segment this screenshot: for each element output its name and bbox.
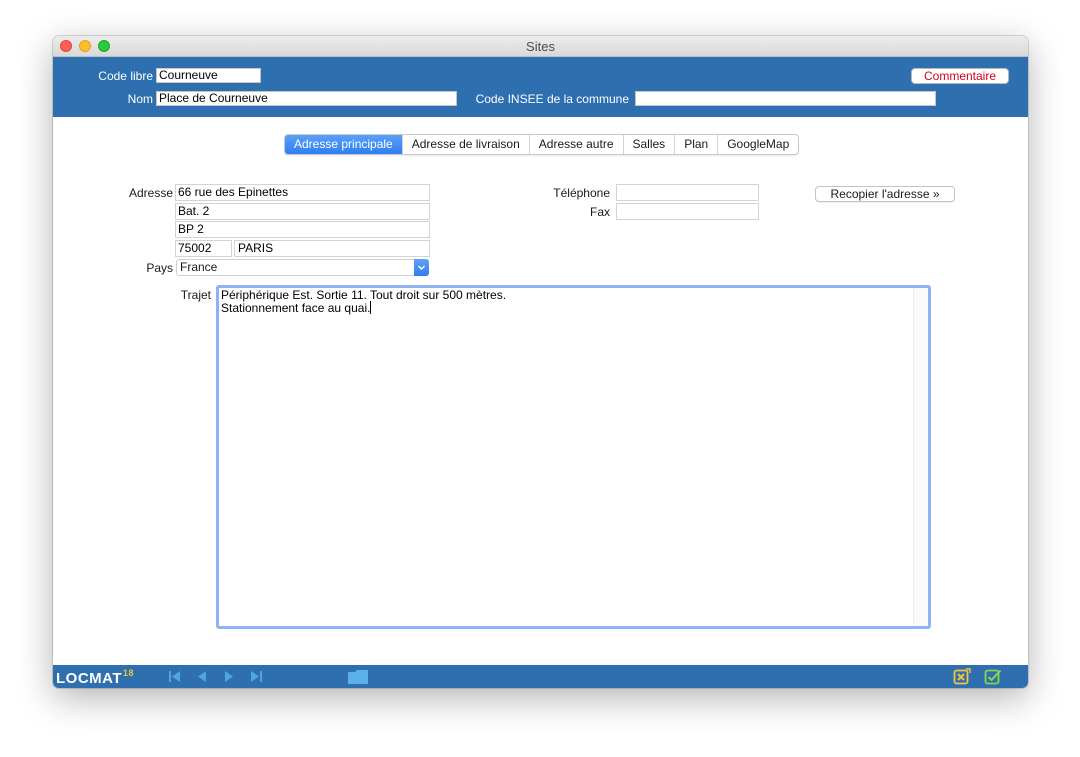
- trajet-textarea[interactable]: Périphérique Est. Sortie 11. Tout droit …: [216, 285, 931, 629]
- folder-icon[interactable]: [347, 669, 369, 685]
- commentaire-button[interactable]: Commentaire: [911, 68, 1009, 84]
- text-caret: [370, 301, 372, 314]
- nom-label: Nom: [127, 92, 153, 106]
- insee-field[interactable]: [635, 91, 936, 106]
- chevron-down-icon[interactable]: [414, 259, 429, 276]
- fax-field[interactable]: [616, 203, 759, 220]
- fax-label: Fax: [589, 205, 610, 219]
- header-band: Code libre Courneuve Nom Place de Courne…: [53, 57, 1028, 117]
- title-bar: Sites: [53, 36, 1028, 57]
- previous-record-icon[interactable]: [196, 670, 208, 686]
- address-tabs: Adresse principale Adresse de livraison …: [284, 134, 800, 155]
- window-title: Sites: [526, 39, 555, 54]
- telephone-field[interactable]: [616, 184, 759, 201]
- adresse-label: Adresse: [128, 186, 173, 200]
- tab-plan[interactable]: Plan: [675, 135, 719, 154]
- validate-icon[interactable]: [984, 668, 1002, 686]
- recopier-adresse-button[interactable]: Recopier l'adresse »: [815, 186, 955, 202]
- tab-adresse-livraison[interactable]: Adresse de livraison: [403, 135, 530, 154]
- pays-label: Pays: [146, 261, 173, 275]
- nom-field[interactable]: Place de Courneuve: [156, 91, 457, 106]
- tab-salles[interactable]: Salles: [624, 135, 676, 154]
- locmat-logo: LOCMAT18: [56, 668, 135, 687]
- address-line1-field[interactable]: 66 rue des Epinettes: [175, 184, 430, 201]
- address-line3-field[interactable]: BP 2: [175, 221, 430, 238]
- trajet-line-1: Périphérique Est. Sortie 11. Tout droit …: [221, 288, 507, 302]
- trajet-label: Trajet: [180, 288, 211, 302]
- tab-googlemap[interactable]: GoogleMap: [718, 135, 798, 154]
- next-record-icon[interactable]: [223, 670, 235, 686]
- pays-selected-value: France: [180, 260, 218, 274]
- pays-select[interactable]: France: [176, 259, 429, 276]
- address-line2-field[interactable]: Bat. 2: [175, 203, 430, 220]
- code-libre-field[interactable]: Courneuve: [156, 68, 261, 83]
- insee-label: Code INSEE de la commune: [475, 92, 629, 106]
- footer-bar: LOCMAT18: [53, 665, 1028, 688]
- cancel-icon[interactable]: [953, 668, 971, 686]
- sites-window: Sites Code libre Courneuve Nom Place de …: [53, 36, 1028, 688]
- code-libre-label: Code libre: [98, 69, 153, 83]
- last-record-icon[interactable]: [249, 670, 263, 686]
- trajet-scrollbar[interactable]: [913, 288, 928, 626]
- city-field[interactable]: PARIS: [234, 240, 430, 257]
- tab-adresse-autre[interactable]: Adresse autre: [530, 135, 624, 154]
- first-record-icon[interactable]: [168, 670, 182, 686]
- trajet-line-2: Stationnement face au quai.: [221, 301, 372, 315]
- telephone-label: Téléphone: [553, 186, 610, 200]
- tab-adresse-principale[interactable]: Adresse principale: [285, 135, 403, 154]
- postal-code-field[interactable]: 75002: [175, 240, 232, 257]
